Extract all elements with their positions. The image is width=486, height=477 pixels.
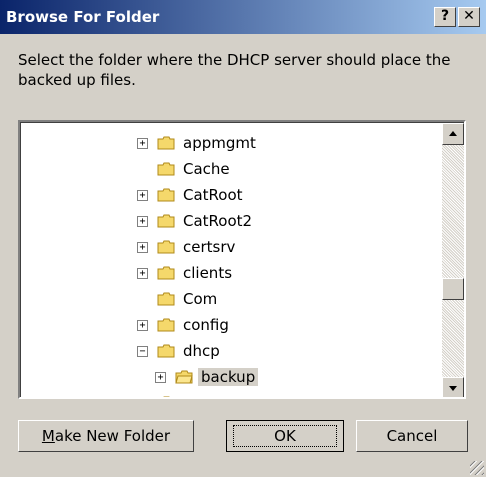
- folder-icon: [157, 292, 175, 306]
- scroll-up-button[interactable]: [442, 123, 464, 145]
- scroll-thumb[interactable]: [442, 278, 464, 300]
- open-folder-icon: [175, 370, 193, 384]
- folder-icon: [157, 136, 175, 150]
- tree-item-label: Com: [183, 290, 218, 308]
- title-bar[interactable]: Browse For Folder ? ✕: [0, 0, 486, 34]
- folder-icon: [157, 162, 175, 176]
- close-icon: ✕: [463, 8, 475, 24]
- button-label: ake New Folder: [54, 427, 171, 445]
- make-new-folder-button[interactable]: Make New Folder: [18, 420, 194, 452]
- vertical-scrollbar[interactable]: [442, 123, 464, 397]
- tree-item[interactable]: + CatRoot2: [21, 209, 441, 235]
- cancel-button[interactable]: Cancel: [356, 420, 468, 452]
- browse-for-folder-dialog: Browse For Folder ? ✕ Select the folder …: [0, 0, 486, 477]
- tree-item-partial: [21, 391, 441, 399]
- arrow-up-icon: [449, 131, 457, 136]
- folder-icon: [157, 188, 175, 202]
- tree-item-label: CatRoot: [183, 186, 243, 204]
- folder-icon: [163, 396, 170, 397]
- arrow-down-icon: [449, 386, 457, 391]
- tree-item-selected[interactable]: + backup: [39, 365, 459, 391]
- window-title: Browse For Folder: [6, 8, 160, 26]
- help-icon: ?: [440, 8, 450, 24]
- folder-icon: [157, 344, 175, 358]
- tree-item[interactable]: + CatRoot: [21, 183, 441, 209]
- mnemonic-letter: M: [41, 427, 55, 445]
- tree-item-label: config: [183, 316, 229, 334]
- tree-item[interactable]: − dhcp: [21, 339, 441, 365]
- tree-item[interactable]: + clients: [21, 261, 441, 287]
- expand-icon[interactable]: +: [137, 138, 148, 149]
- tree-item[interactable]: + config: [21, 313, 441, 339]
- tree-item-label: certsrv: [183, 238, 236, 256]
- folder-icon: [157, 266, 175, 280]
- button-label: Cancel: [386, 427, 438, 445]
- tree-item-label: Cache: [183, 160, 230, 178]
- tree-item-label: dhcp: [183, 342, 220, 360]
- tree-item-label: appmgmt: [183, 134, 256, 152]
- tree-item-label: clients: [183, 264, 233, 282]
- tree-item[interactable]: + certsrv: [21, 235, 441, 261]
- tree-item-label: backup: [198, 368, 259, 386]
- scroll-down-button[interactable]: [442, 377, 464, 397]
- close-button[interactable]: ✕: [458, 7, 480, 27]
- expand-icon[interactable]: +: [155, 372, 166, 383]
- resize-grip-icon[interactable]: [470, 461, 484, 475]
- tree-item[interactable]: Com: [21, 287, 441, 313]
- expand-icon[interactable]: +: [137, 268, 148, 279]
- ok-button[interactable]: OK: [226, 420, 344, 452]
- folder-icon: [157, 240, 175, 254]
- expand-icon[interactable]: +: [137, 216, 148, 227]
- expand-icon[interactable]: +: [137, 320, 148, 331]
- expand-icon[interactable]: +: [137, 242, 148, 253]
- instruction-text: Select the folder where the DHCP server …: [18, 51, 451, 89]
- folder-icon: [157, 214, 175, 228]
- expand-icon[interactable]: +: [137, 190, 148, 201]
- help-button[interactable]: ?: [434, 7, 456, 27]
- folder-icon: [157, 318, 175, 332]
- tree-item[interactable]: + appmgmt: [21, 131, 441, 157]
- folder-tree[interactable]: + appmgmt Cache + CatRoot + CatRoot2 + c…: [18, 120, 466, 399]
- collapse-icon[interactable]: −: [137, 346, 148, 357]
- tree-item-label: CatRoot2: [183, 212, 253, 230]
- button-label: OK: [274, 427, 296, 445]
- expand-icon: [137, 398, 148, 399]
- tree-item[interactable]: Cache: [21, 157, 441, 183]
